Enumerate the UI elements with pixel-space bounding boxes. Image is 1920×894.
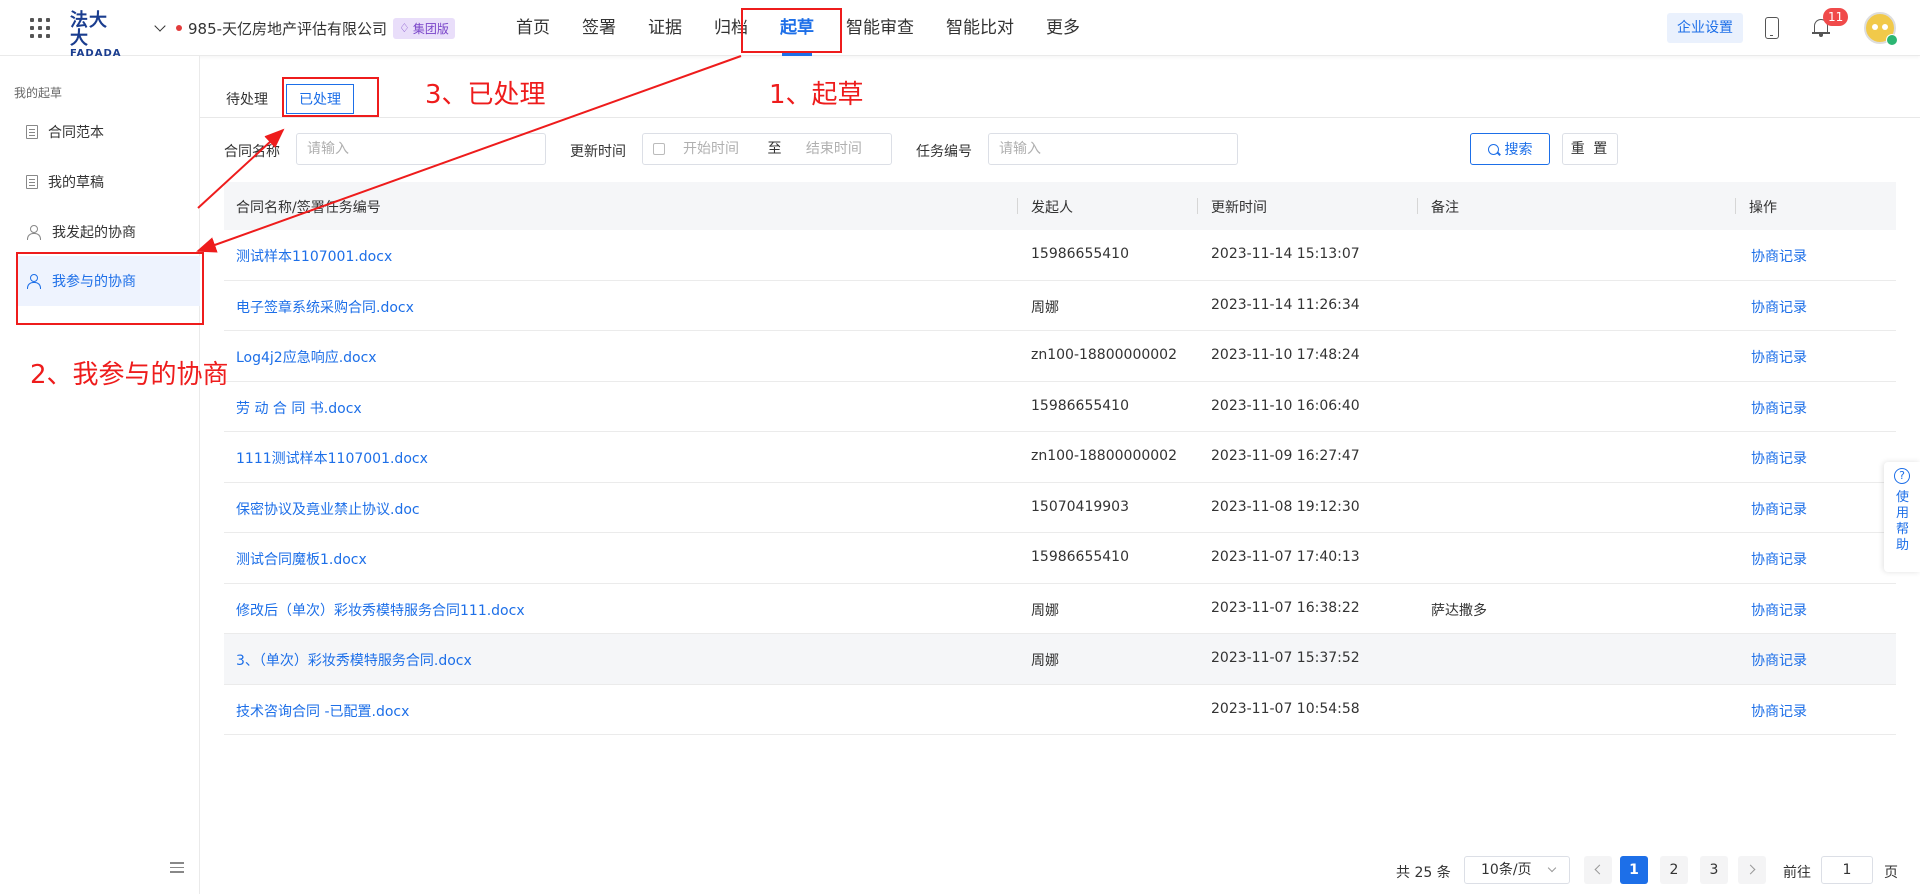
annotation-arrows	[196, 55, 742, 253]
arrow-sidebar-to-tab	[197, 128, 285, 209]
arrow-draft-to-sidebar	[196, 55, 742, 253]
